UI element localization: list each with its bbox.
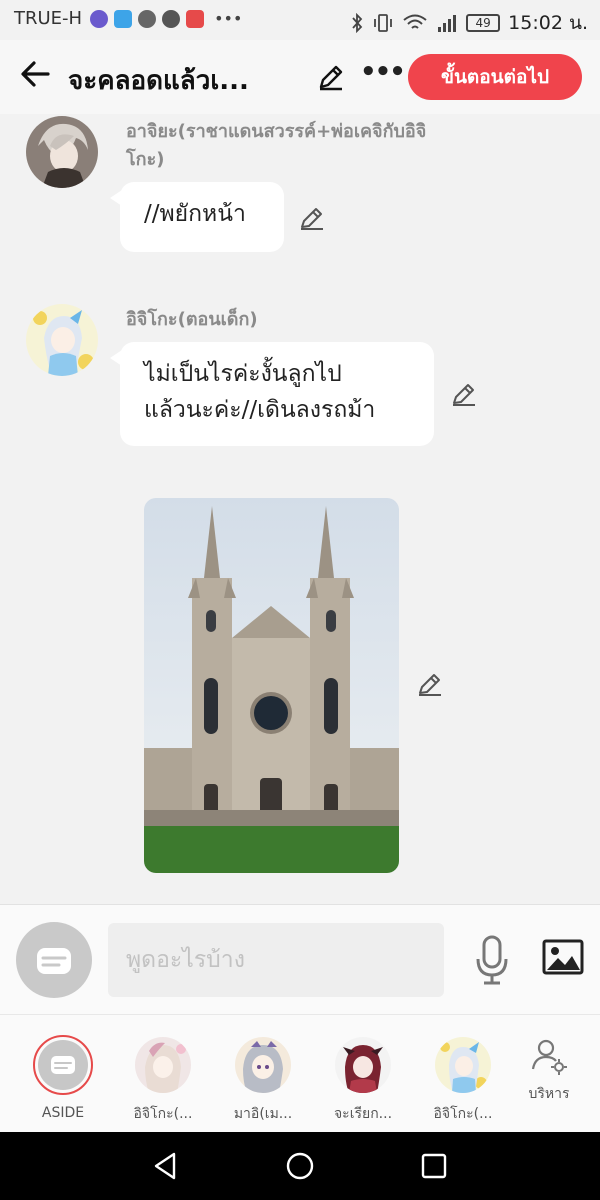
wifi-icon: [403, 14, 427, 29]
message-text-line: ไม่เป็นไรค่ะงั้นลูกไป: [144, 361, 342, 387]
signal-icon: [438, 15, 457, 32]
character-item[interactable]: มาอิ(เม...: [213, 1037, 313, 1125]
character-aside[interactable]: ASIDE: [13, 1035, 113, 1121]
sender-name-line: โกะ): [126, 149, 165, 170]
chat-bubble-icon: [37, 948, 71, 974]
message-composer: [0, 904, 600, 1014]
microphone-icon[interactable]: [474, 935, 510, 985]
character-portrait-image: [26, 304, 98, 376]
app-notification-icon: [90, 9, 109, 28]
chrome-notification-icon: [162, 9, 181, 28]
aside-avatar-inner: [38, 1040, 88, 1090]
vibrate-icon: [374, 14, 393, 32]
status-right: 49 15:02 น.: [350, 8, 588, 38]
sender-name: อิจิโกะ(ตอนเด็ก): [126, 309, 258, 330]
character-portrait-image: [26, 116, 98, 188]
character-avatar: [135, 1037, 191, 1093]
avatar[interactable]: [26, 304, 98, 376]
edit-pencil-icon[interactable]: [450, 380, 478, 408]
edit-pencil-icon[interactable]: [416, 670, 444, 698]
next-step-button[interactable]: ขั้นตอนต่อไป: [408, 54, 582, 100]
system-navigation-bar: [0, 1132, 600, 1200]
back-arrow-icon[interactable]: [18, 56, 54, 92]
back-triangle-icon[interactable]: [150, 1150, 182, 1182]
character-item[interactable]: อิจิโกะ(...: [113, 1037, 213, 1125]
aside-toggle-button[interactable]: [16, 922, 92, 998]
message-bubble[interactable]: //พยักหน้า: [110, 182, 284, 252]
chat-bubble-icon: [51, 1056, 75, 1074]
edit-pencil-icon[interactable]: [298, 204, 326, 232]
chat-area[interactable]: อาจิยะ(ราชาแดนสวรรค์+พ่อเคจิกับอิจิ โกะ)…: [0, 114, 600, 904]
bluetooth-icon: [352, 13, 363, 33]
character-label: อิจิโกะ(...: [133, 1106, 193, 1122]
cathedral-photo[interactable]: [144, 498, 399, 873]
avatar[interactable]: [26, 116, 98, 188]
manage-users-icon: [531, 1039, 567, 1075]
character-bar: ASIDE อิจิโกะ(... มาอิ(เม... จะเรียก... …: [0, 1014, 600, 1132]
chat-notification-icon: [138, 9, 157, 28]
sender-name-line: อาจิยะ(ราชาแดนสวรรค์+พ่อเคจิกับอิจิ: [126, 121, 427, 142]
edit-pencil-icon[interactable]: [316, 62, 346, 92]
message-bubble[interactable]: ไม่เป็นไรค่ะงั้นลูกไป แล้วนะค่ะ//เดินลงร…: [110, 342, 434, 446]
character-portrait-image: [335, 1037, 391, 1093]
cathedral-image: [144, 498, 399, 873]
message-text: //พยักหน้า: [144, 201, 246, 227]
character-avatar: [435, 1037, 491, 1093]
clock: 15:02 น.: [508, 12, 588, 34]
manage-label: บริหาร: [528, 1086, 570, 1102]
manage-button[interactable]: บริหาร: [516, 1037, 582, 1105]
character-portrait-image: [135, 1037, 191, 1093]
character-label: ASIDE: [41, 1105, 85, 1121]
message-input[interactable]: [108, 923, 444, 997]
battery-icon: 49: [466, 14, 501, 32]
image-upload-icon[interactable]: [542, 937, 584, 977]
character-label: จะเรียก...: [333, 1106, 393, 1122]
home-circle-icon[interactable]: [284, 1150, 316, 1182]
shield-notification-icon: [114, 9, 133, 28]
carrier-label: TRUE-H: [14, 8, 83, 29]
character-item[interactable]: จะเรียก...: [313, 1037, 413, 1125]
character-avatar: [235, 1037, 291, 1093]
chat-header: จะคลอดแล้วเ... ••• ขั้นตอนต่อไป: [0, 40, 600, 114]
story-title: จะคลอดแล้วเ...: [68, 66, 249, 96]
more-notifications-icon: •••: [214, 9, 243, 28]
more-options-icon[interactable]: •••: [360, 59, 406, 92]
character-label: มาอิ(เม...: [233, 1106, 293, 1122]
character-label: อิจิโกะ(...: [433, 1106, 493, 1122]
recents-square-icon[interactable]: [418, 1150, 450, 1182]
character-portrait-image: [435, 1037, 491, 1093]
character-item[interactable]: อิจิโกะ(...: [413, 1037, 513, 1125]
character-avatar: [335, 1037, 391, 1093]
status-left: TRUE-H •••: [14, 8, 242, 29]
message-text-line: แล้วนะค่ะ//เดินลงรถม้า: [144, 397, 376, 423]
character-portrait-image: [235, 1037, 291, 1093]
sender-name: อาจิยะ(ราชาแดนสวรรค์+พ่อเคจิกับอิจิ โกะ): [126, 118, 506, 174]
c-app-notification-icon: [186, 9, 205, 28]
status-bar: TRUE-H ••• 49 15:02 น.: [0, 0, 600, 40]
aside-avatar: [33, 1035, 93, 1095]
